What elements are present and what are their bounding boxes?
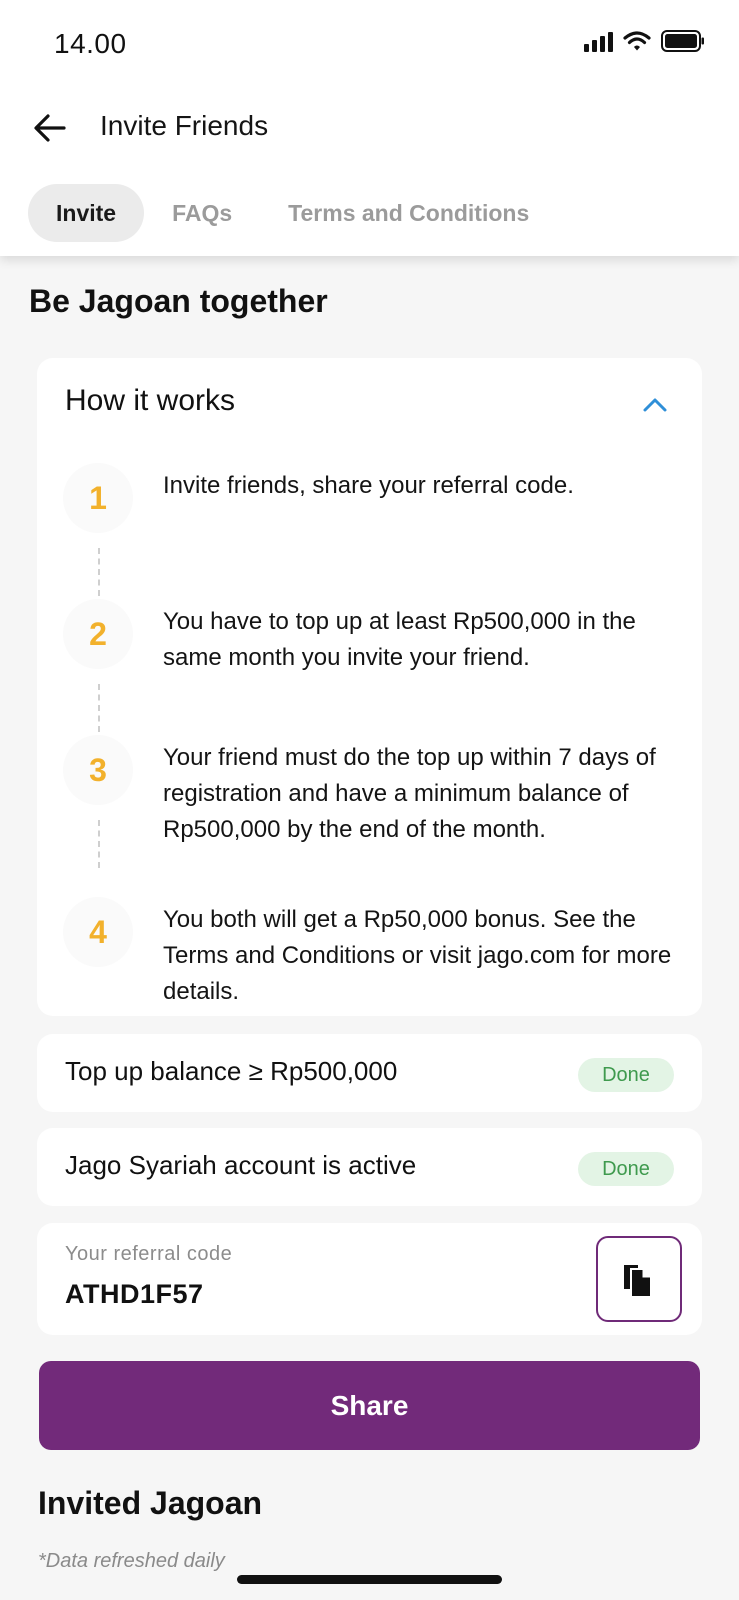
- step-text: Your friend must do the top up within 7 …: [163, 744, 656, 843]
- tab-invite[interactable]: Invite: [28, 184, 145, 242]
- requirement-card: Jago Syariah account is active Done: [37, 1128, 702, 1206]
- app-header: 14.00 Invite Friends Invite FAQs Terms a…: [0, 0, 739, 256]
- back-arrow-icon[interactable]: [30, 110, 70, 146]
- step-number: 2: [63, 599, 133, 669]
- step-connector: [98, 548, 100, 596]
- step-text: Invite friends, share your referral code…: [163, 472, 574, 499]
- step-text: You have to top up at least Rp500,000 in…: [163, 608, 636, 671]
- requirement-card: Top up balance ≥ Rp500,000 Done: [37, 1034, 702, 1112]
- status-badge: Done: [578, 1152, 674, 1186]
- step-connector: [98, 684, 100, 732]
- step-number: 3: [63, 735, 133, 805]
- step-connector: [98, 820, 100, 868]
- tab-terms[interactable]: Terms and Conditions: [260, 184, 557, 242]
- referral-code-card: Your referral code ATHD1F57: [37, 1223, 702, 1335]
- how-it-works-card: How it works 1 Invite friends, share you…: [37, 358, 702, 1016]
- section-title: Be Jagoan together: [29, 283, 328, 319]
- chevron-up-icon[interactable]: [642, 394, 668, 414]
- status-icons: [584, 30, 705, 52]
- how-it-works-title: How it works: [65, 384, 236, 417]
- status-time: 14.00: [54, 28, 127, 59]
- signal-icon: [584, 30, 613, 52]
- share-button[interactable]: Share: [39, 1361, 700, 1450]
- tab-bar: Invite FAQs Terms and Conditions: [28, 184, 557, 242]
- tab-faqs[interactable]: FAQs: [144, 184, 260, 242]
- requirement-label: Jago Syariah account is active: [65, 1150, 417, 1180]
- copy-icon: [624, 1265, 652, 1298]
- status-badge: Done: [578, 1058, 674, 1092]
- battery-icon: [661, 30, 704, 52]
- nav-bar: Invite Friends: [0, 96, 739, 160]
- page-title: Invite Friends: [100, 110, 269, 141]
- referral-code-label: Your referral code: [65, 1243, 233, 1265]
- status-bar: 14.00: [0, 0, 739, 90]
- step-number: 1: [63, 463, 133, 533]
- copy-button[interactable]: [596, 1236, 682, 1322]
- step-number: 4: [63, 897, 133, 967]
- home-indicator: [237, 1575, 502, 1584]
- wifi-icon: [623, 31, 651, 51]
- step-text: You both will get a Rp50,000 bonus. See …: [163, 906, 672, 1005]
- refresh-note: *Data refreshed daily: [38, 1550, 225, 1572]
- invited-title: Invited Jagoan: [38, 1485, 263, 1521]
- referral-code-value: ATHD1F57: [65, 1279, 204, 1309]
- requirement-label: Top up balance ≥ Rp500,000: [65, 1056, 398, 1086]
